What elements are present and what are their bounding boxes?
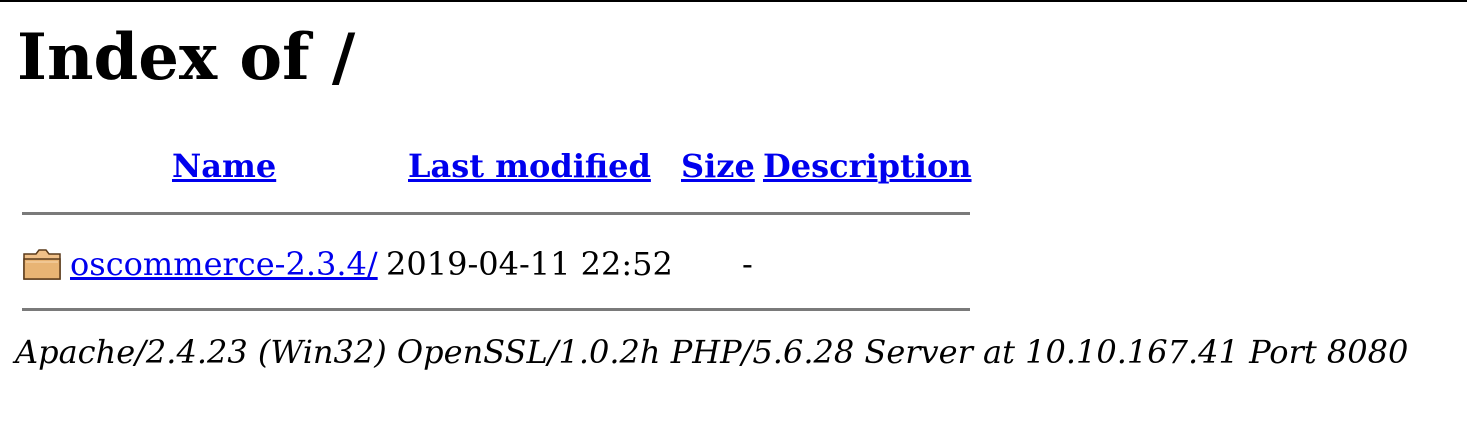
sort-by-name-link[interactable]: Name bbox=[172, 146, 276, 186]
table-top-rule bbox=[22, 212, 970, 215]
table-bottom-rule bbox=[22, 308, 970, 311]
last-modified-value: 2019-04-11 22:52 bbox=[386, 245, 673, 283]
top-border bbox=[0, 0, 1467, 2]
sort-by-size-link[interactable]: Size bbox=[681, 146, 755, 186]
sort-by-last-modified-link[interactable]: Last modified bbox=[408, 146, 651, 186]
directory-listing-page: Index of / Name Last modified Size Descr… bbox=[0, 0, 1467, 440]
size-value: - bbox=[742, 245, 753, 283]
folder-link-oscommerce[interactable]: oscommerce-2.3.4/ bbox=[70, 244, 378, 284]
server-signature: Apache/2.4.23 (Win32) OpenSSL/1.0.2h PHP… bbox=[15, 333, 1409, 371]
folder-icon bbox=[23, 249, 61, 280]
page-title: Index of / bbox=[17, 20, 356, 95]
sort-by-description-link[interactable]: Description bbox=[763, 146, 972, 186]
